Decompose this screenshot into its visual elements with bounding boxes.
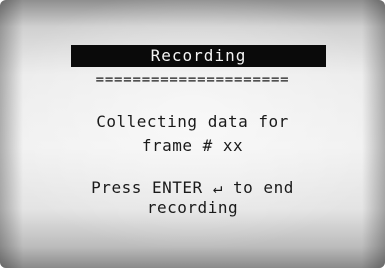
title-divider: ===================== [95,72,290,88]
status-message-line-2: frame # xx [141,136,244,155]
instruction-line-2: recording [146,198,239,217]
instruction-line-1: Press ENTER ↵ to end [91,178,294,197]
status-message-line-1: Collecting data for [96,112,289,131]
lcd-screen: Recording ===================== Collecti… [0,0,385,268]
screen-title: Recording [71,45,326,67]
